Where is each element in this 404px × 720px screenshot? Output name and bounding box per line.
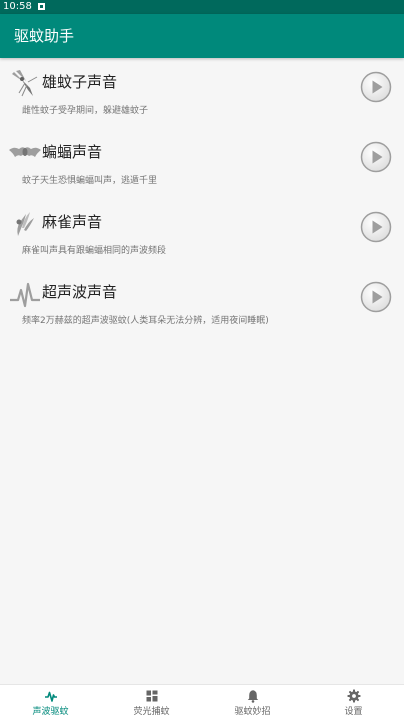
sound-description: 麻雀叫声具有跟蝙蝠相同的声波频段 bbox=[22, 246, 167, 256]
grid-icon bbox=[146, 690, 157, 702]
sound-item-bat[interactable]: 蝙蝠声音 蚊子天生恐惧蝙蝠叫声，逃遁千里 bbox=[0, 128, 404, 198]
sim-card-icon bbox=[37, 2, 45, 10]
sparrow-icon bbox=[16, 212, 34, 236]
play-button-icon[interactable] bbox=[360, 281, 392, 313]
sound-title: 蝙蝠声音 bbox=[42, 143, 103, 161]
mosquito-icon bbox=[12, 70, 38, 97]
gear-icon bbox=[347, 689, 360, 703]
nav-tab-sonic-repel[interactable]: 声波驱蚊 bbox=[0, 685, 101, 720]
bat-icon bbox=[9, 147, 41, 157]
nav-label: 声波驱蚊 bbox=[32, 707, 69, 717]
app-bar: 驱蚊助手 bbox=[0, 14, 404, 58]
status-time: 10:58 bbox=[3, 1, 32, 12]
pulse-icon bbox=[44, 691, 57, 702]
bottom-navigation: 声波驱蚊 荧光捕蚊 驱蚊妙招 设置 bbox=[0, 684, 404, 720]
bell-icon bbox=[247, 690, 258, 703]
nav-tab-repel-tips[interactable]: 驱蚊妙招 bbox=[202, 685, 303, 720]
nav-tab-settings[interactable]: 设置 bbox=[303, 685, 404, 720]
sound-description: 蚊子天生恐惧蝙蝠叫声，逃遁千里 bbox=[22, 176, 158, 186]
sound-description: 频率2万赫兹的超声波驱蚊(人类耳朵无法分辨，适用夜间睡眠) bbox=[22, 316, 269, 326]
sound-item-male-mosquito[interactable]: 雄蚊子声音 雌性蚊子受孕期间，躲避雄蚊子 bbox=[0, 58, 404, 128]
status-bar: 10:58 bbox=[0, 0, 404, 14]
nav-label: 设置 bbox=[344, 707, 363, 717]
nav-label: 驱蚊妙招 bbox=[234, 707, 271, 717]
sound-list: 雄蚊子声音 雌性蚊子受孕期间，躲避雄蚊子 蝙蝠声音 蚊子天生恐惧蝙蝠叫声，逃遁千… bbox=[0, 58, 404, 338]
play-button-icon[interactable] bbox=[360, 141, 392, 173]
nav-tab-fluorescent-trap[interactable]: 荧光捕蚊 bbox=[101, 685, 202, 720]
sound-item-sparrow[interactable]: 麻雀声音 麻雀叫声具有跟蝙蝠相同的声波频段 bbox=[0, 198, 404, 268]
play-button-icon[interactable] bbox=[360, 211, 392, 243]
sound-title: 麻雀声音 bbox=[42, 213, 103, 231]
play-button-icon[interactable] bbox=[360, 71, 392, 103]
sound-item-ultrasonic[interactable]: 超声波声音 频率2万赫兹的超声波驱蚊(人类耳朵无法分辨，适用夜间睡眠) bbox=[0, 268, 404, 338]
nav-label: 荧光捕蚊 bbox=[133, 707, 170, 717]
sound-title: 雄蚊子声音 bbox=[42, 73, 118, 91]
app-title: 驱蚊助手 bbox=[14, 27, 75, 45]
ultrasonic-wave-icon bbox=[10, 282, 40, 308]
sound-description: 雌性蚊子受孕期间，躲避雄蚊子 bbox=[22, 106, 149, 116]
sound-title: 超声波声音 bbox=[42, 283, 118, 301]
